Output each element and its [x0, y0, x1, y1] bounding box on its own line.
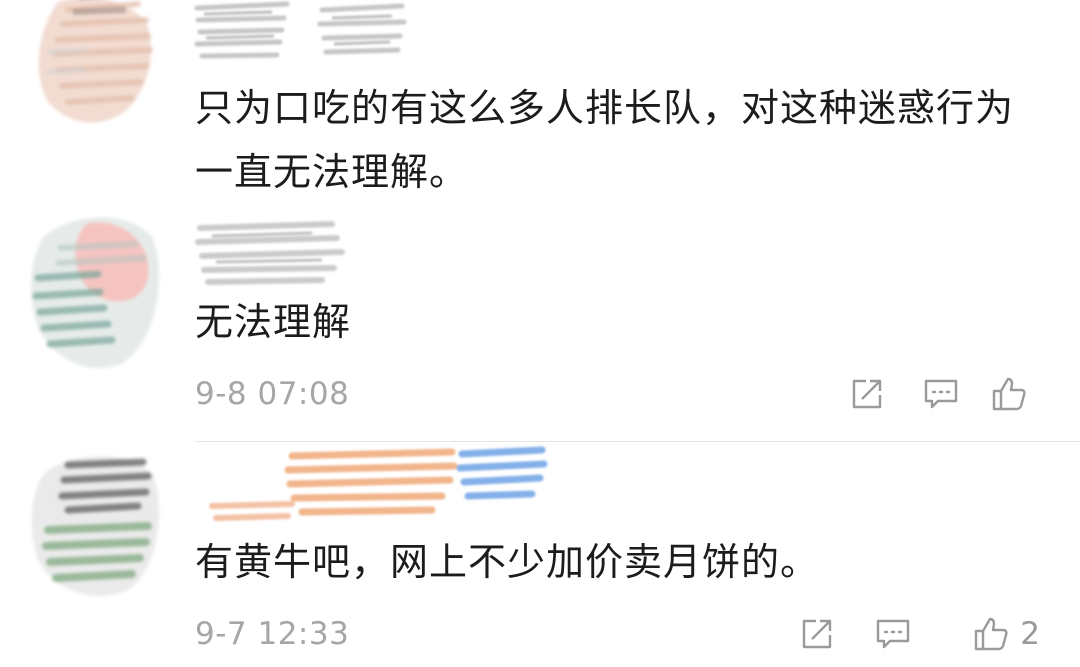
comment-meta: 9-7 12:33 2 [195, 614, 1040, 654]
comment-feed: 只为口吃的有这么多人排长队，对这种迷惑行为一直无法理解。 无法理解 9-8 07… [0, 0, 1080, 667]
comment-item: 只为口吃的有这么多人排长队，对这种迷惑行为一直无法理解。 [0, 0, 1080, 200]
comment-icon [924, 379, 958, 409]
like-button[interactable]: 2 [972, 614, 1040, 654]
reply-button[interactable] [922, 374, 960, 414]
reply-button[interactable] [874, 614, 912, 654]
comment-text: 有黄牛吧，网上不少加价卖月饼的。 [195, 540, 820, 584]
share-icon [802, 619, 832, 649]
comment-item: 无法理解 9-8 07:08 [0, 200, 1080, 442]
thumbs-up-icon [992, 377, 1026, 411]
comment-text: 只为口吃的有这么多人排长队，对这种迷惑行为一直无法理解。 [195, 86, 1015, 194]
like-count: 2 [1020, 616, 1040, 652]
share-button[interactable] [798, 614, 836, 654]
comment-time: 9-7 12:33 [195, 616, 350, 652]
username-redacted[interactable] [192, 218, 352, 288]
username-redacted[interactable] [192, 446, 552, 528]
like-button[interactable] [990, 374, 1038, 414]
username-redacted[interactable] [192, 0, 412, 72]
avatar[interactable] [28, 450, 166, 600]
share-button[interactable] [848, 374, 886, 414]
avatar[interactable] [28, 0, 166, 142]
comment-text: 无法理解 [195, 300, 352, 344]
comment-meta: 9-8 07:08 [195, 374, 1040, 414]
share-icon [852, 379, 882, 409]
comment-icon [876, 619, 910, 649]
comment-item: 有黄牛吧，网上不少加价卖月饼的。 9-7 12:33 2 [0, 442, 1080, 667]
avatar[interactable] [28, 208, 166, 373]
comment-time: 9-8 07:08 [195, 376, 350, 412]
thumbs-up-icon [975, 617, 1008, 651]
